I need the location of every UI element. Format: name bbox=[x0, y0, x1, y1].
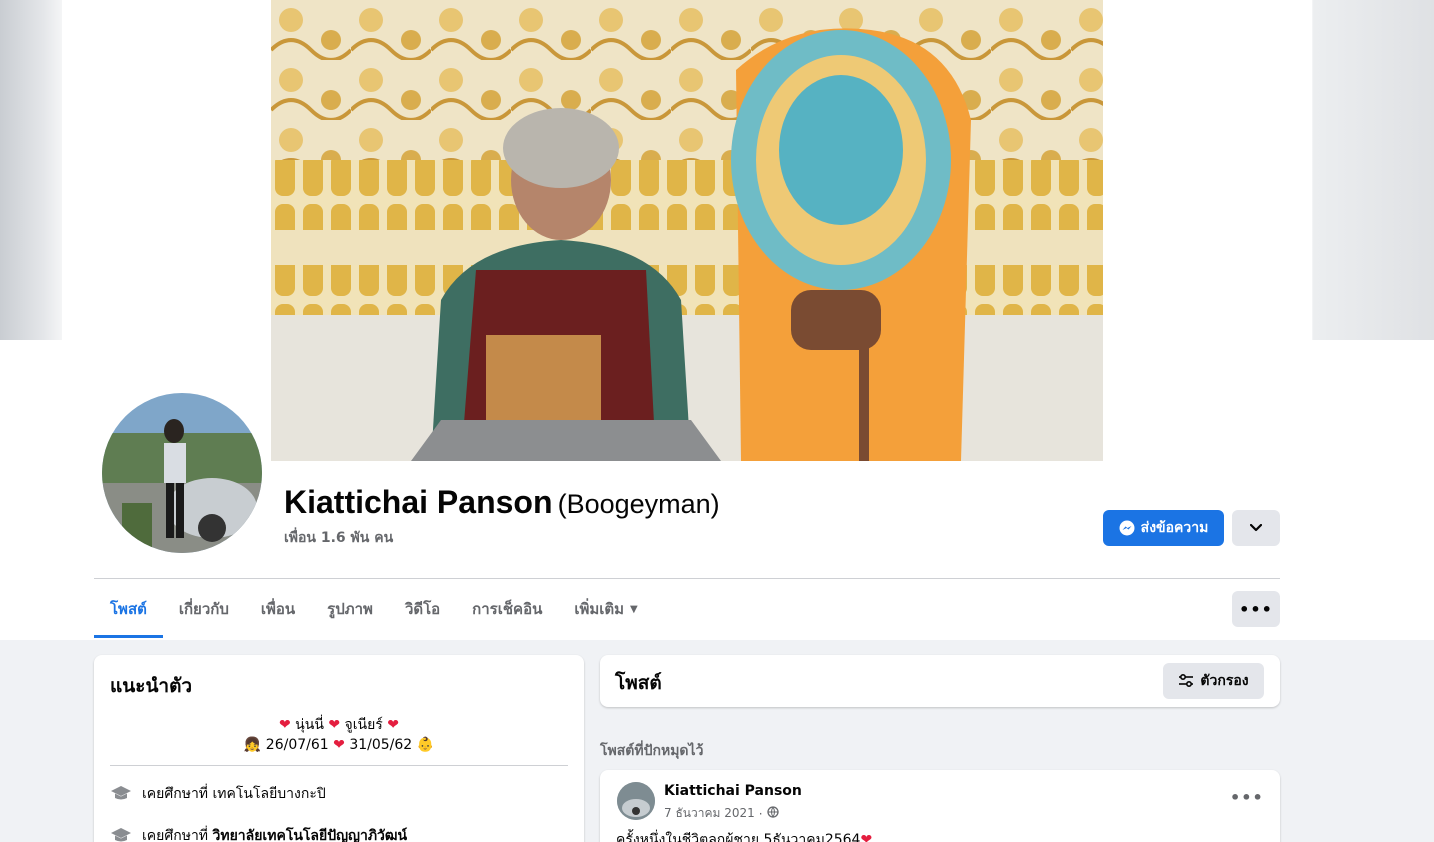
post-author-avatar[interactable] bbox=[617, 782, 655, 820]
post-options-icon[interactable]: ••• bbox=[1230, 788, 1264, 807]
filter-sliders-icon bbox=[1179, 674, 1194, 688]
heart-icon: ❤ bbox=[387, 717, 399, 733]
tab-photos[interactable]: รูปภาพ bbox=[311, 580, 389, 638]
graduation-cap-icon bbox=[110, 784, 132, 804]
intro-card: แนะนำตัว ❤ นุ่นนี่ ❤ จูเนียร์ ❤ 👧 26/07/… bbox=[94, 655, 584, 842]
profile-tabs: โพสต์ เกี่ยวกับ เพื่อน รูปภาพ วิดีโอ การ… bbox=[94, 580, 654, 638]
profile-name: Kiattichai Panson bbox=[284, 484, 553, 520]
tab-check-ins[interactable]: การเช็คอิน bbox=[456, 580, 558, 638]
tab-friends[interactable]: เพื่อน bbox=[245, 580, 311, 638]
education-item: เคยศึกษาที่ วิทยาลัยเทคโนโลยีปัญญาภิวัฒน… bbox=[110, 826, 568, 842]
girl-emoji-icon: 👧 bbox=[243, 737, 262, 753]
tab-more[interactable]: เพิ่มเติม ▼ bbox=[558, 580, 653, 638]
friends-count[interactable]: เพื่อน 1.6 พัน คน bbox=[284, 527, 393, 549]
post-text: ครั้งหนึ่งในชีวิตลูกผู้ชาย 5ธันวาคม2564❤ bbox=[616, 829, 872, 842]
posts-title: โพสต์ bbox=[615, 672, 662, 694]
heart-icon: ❤ bbox=[860, 832, 873, 842]
education-school-link[interactable]: วิทยาลัยเทคโนโลยีปัญญาภิวัฒน์ bbox=[213, 828, 408, 842]
messenger-icon bbox=[1119, 520, 1135, 536]
filter-label: ตัวกรอง bbox=[1200, 673, 1249, 689]
intro-divider bbox=[110, 765, 568, 766]
caret-down-icon: ▼ bbox=[630, 603, 638, 615]
ellipsis-icon: ••• bbox=[1239, 599, 1273, 619]
more-options-button[interactable]: ••• bbox=[1232, 591, 1280, 627]
pinned-posts-label: โพสต์ที่ปักหมุดไว้ bbox=[600, 743, 704, 759]
send-message-button[interactable]: ส่งข้อความ bbox=[1103, 510, 1224, 546]
cover-photo[interactable] bbox=[271, 0, 1103, 461]
education-school-link[interactable]: เทคโนโลยีบางกะปิ bbox=[213, 786, 326, 802]
graduation-cap-icon bbox=[110, 826, 132, 842]
education-item: เคยศึกษาที่ เทคโนโลยีบางกะปิ bbox=[110, 784, 568, 804]
chevron-down-icon bbox=[1250, 524, 1262, 532]
profile-alternate-name: (Boogeyman) bbox=[557, 489, 720, 519]
post-date[interactable]: 7 ธันวาคม 2021 bbox=[664, 804, 755, 823]
globe-icon bbox=[766, 806, 779, 821]
intro-bio: ❤ นุ่นนี่ ❤ จูเนียร์ ❤ 👧 26/07/61 ❤ 31/0… bbox=[243, 717, 435, 753]
heart-icon: ❤ bbox=[278, 717, 291, 733]
pinned-post-card: Kiattichai Panson 7 ธันวาคม 2021 · ••• ค… bbox=[600, 770, 1280, 842]
post-author-name[interactable]: Kiattichai Panson bbox=[664, 783, 802, 799]
heart-icon: ❤ bbox=[333, 737, 345, 753]
intro-title: แนะนำตัว bbox=[110, 675, 193, 697]
profile-options-dropdown[interactable] bbox=[1232, 510, 1280, 546]
filter-button[interactable]: ตัวกรอง bbox=[1163, 663, 1264, 699]
tab-about[interactable]: เกี่ยวกับ bbox=[163, 580, 245, 638]
post-meta: 7 ธันวาคม 2021 · bbox=[664, 804, 779, 823]
posts-header-card: โพสต์ ตัวกรอง bbox=[600, 655, 1280, 707]
send-message-label: ส่งข้อความ bbox=[1140, 520, 1209, 536]
profile-name-row: Kiattichai Panson (Boogeyman) bbox=[284, 484, 720, 521]
profile-avatar[interactable] bbox=[98, 389, 266, 557]
tab-videos[interactable]: วิดีโอ bbox=[389, 580, 456, 638]
header-divider bbox=[94, 578, 1280, 579]
baby-emoji-icon: 👶 bbox=[416, 737, 435, 753]
tab-posts[interactable]: โพสต์ bbox=[94, 580, 163, 638]
heart-icon: ❤ bbox=[328, 717, 341, 733]
